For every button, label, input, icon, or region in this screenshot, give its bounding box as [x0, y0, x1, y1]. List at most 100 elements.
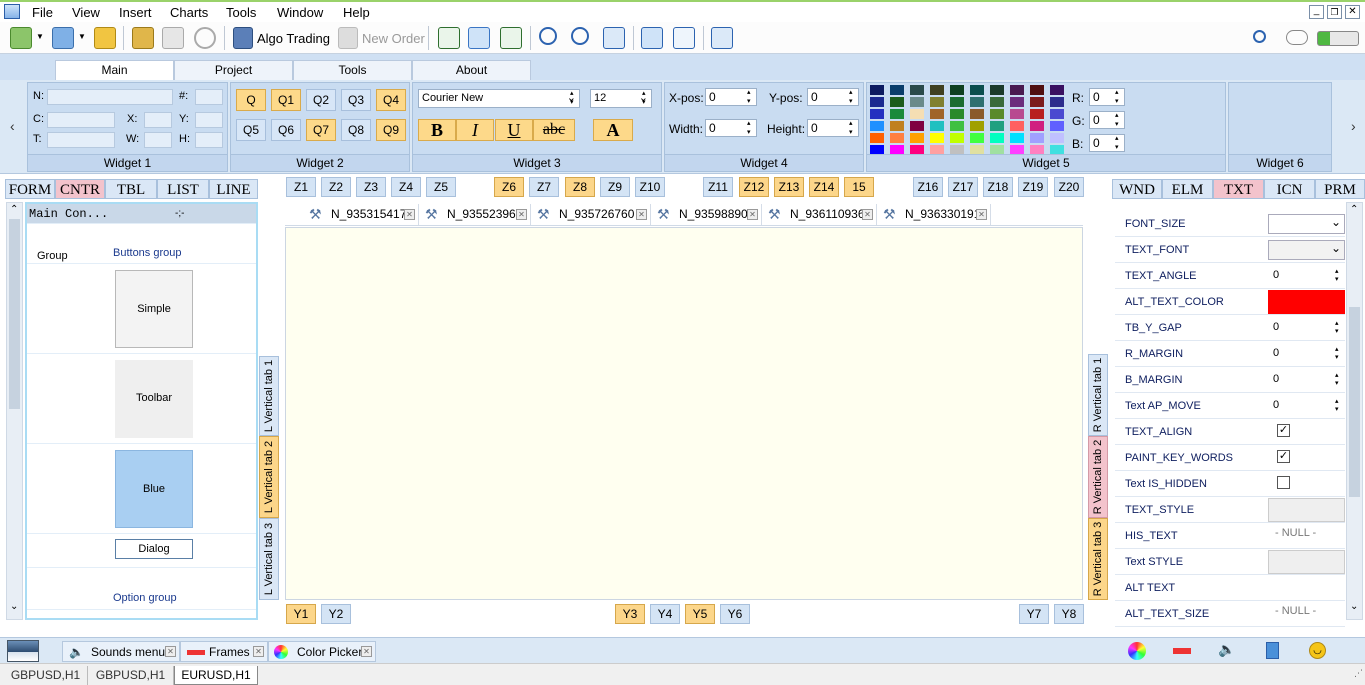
z-button[interactable]: Z7: [529, 177, 559, 197]
font-select[interactable]: Courier New ⌄: [418, 89, 580, 108]
tab-prm[interactable]: PRM: [1315, 179, 1365, 199]
color-swatch[interactable]: [910, 121, 924, 131]
color-swatch[interactable]: [870, 133, 884, 143]
color-swatch[interactable]: [1030, 109, 1044, 119]
color-swatch[interactable]: [930, 133, 944, 143]
z-button[interactable]: Z12: [739, 177, 769, 197]
color-swatch[interactable]: [1010, 133, 1024, 143]
new-order-icon[interactable]: [338, 27, 358, 49]
color-swatch[interactable]: [1050, 121, 1064, 131]
chevron-down-icon[interactable]: ▼: [78, 32, 86, 41]
y-button[interactable]: Y5: [685, 604, 715, 624]
chat-icon[interactable]: [1286, 30, 1308, 45]
tab-line[interactable]: LINE: [209, 179, 258, 199]
color-swatch[interactable]: [990, 133, 1004, 143]
resize-grip-icon[interactable]: ⋰: [1354, 668, 1363, 682]
close-icon[interactable]: ✕: [747, 209, 758, 220]
chart-shift-icon[interactable]: [673, 27, 695, 49]
tab-icn[interactable]: ICN: [1264, 179, 1315, 199]
search-icon[interactable]: [1253, 30, 1266, 43]
style-selector[interactable]: [1268, 498, 1345, 522]
menu-help[interactable]: Help: [343, 5, 370, 20]
color-swatch[interactable]: [950, 133, 964, 143]
scroll-thumb[interactable]: [9, 219, 20, 409]
terminal-icon[interactable]: [162, 27, 184, 49]
y-button[interactable]: Y6: [720, 604, 750, 624]
color-swatch[interactable]: [950, 97, 964, 107]
z-button[interactable]: Z10: [635, 177, 665, 197]
q2-button[interactable]: Q2: [306, 89, 336, 111]
tab-form[interactable]: FORM: [5, 179, 55, 199]
color-swatch[interactable]: [1050, 133, 1064, 143]
q6-button[interactable]: Q6: [271, 119, 301, 141]
color-swatch[interactable]: [930, 97, 944, 107]
z-button[interactable]: Z16: [913, 177, 943, 197]
t-input[interactable]: [47, 132, 115, 148]
property-checkbox[interactable]: ✓: [1277, 450, 1290, 463]
chevron-up-icon[interactable]: ⌃: [1350, 204, 1358, 215]
color-swatch[interactable]: [990, 85, 1004, 95]
z-button[interactable]: Z14: [809, 177, 839, 197]
color-swatch[interactable]: [890, 85, 904, 95]
alt-text-color-swatch[interactable]: [1268, 290, 1345, 314]
ribbon-scroll-left-icon[interactable]: ‹: [10, 118, 15, 134]
color-swatch[interactable]: [870, 121, 884, 131]
color-swatch[interactable]: [910, 109, 924, 119]
window-tab-gbpusd-1[interactable]: GBPUSD,H1: [4, 666, 88, 685]
menu-file[interactable]: File: [32, 5, 53, 20]
color-swatch[interactable]: [1050, 109, 1064, 119]
left-vertical-tab-1[interactable]: L Vertical tab 1: [259, 356, 279, 436]
text-color-button[interactable]: A: [593, 119, 633, 141]
z-button[interactable]: Z8: [565, 177, 595, 197]
left-vertical-tab-3[interactable]: L Vertical tab 3: [259, 518, 279, 600]
color-swatch[interactable]: [970, 133, 984, 143]
property-value[interactable]: 0: [1273, 347, 1279, 359]
width-spinner[interactable]: 0: [705, 119, 757, 137]
smiley-icon[interactable]: ◡: [1309, 642, 1326, 659]
z-button[interactable]: Z19: [1018, 177, 1048, 197]
bar-chart-icon[interactable]: [438, 27, 460, 49]
z-button[interactable]: Z6: [494, 177, 524, 197]
font-size-select[interactable]: 12 ⌄: [590, 89, 652, 108]
tab-list[interactable]: LIST: [157, 179, 209, 199]
sounds-menu-tab[interactable]: 🔈 Sounds menu ✕: [62, 641, 180, 662]
color-swatch[interactable]: [1010, 109, 1024, 119]
color-swatch[interactable]: [930, 85, 944, 95]
color-swatch[interactable]: [1050, 97, 1064, 107]
italic-button[interactable]: I: [456, 119, 494, 141]
left-scrollbar[interactable]: ⌃ ⌄: [6, 202, 23, 620]
property-value[interactable]: 0: [1273, 269, 1279, 281]
right-scrollbar[interactable]: ⌃ ⌄: [1346, 202, 1363, 620]
close-button[interactable]: ✕: [1345, 5, 1360, 19]
xpos-spinner[interactable]: 0: [705, 88, 757, 106]
r-spinner[interactable]: 0: [1089, 88, 1125, 106]
property-checkbox[interactable]: [1277, 476, 1290, 489]
tab-project[interactable]: Project: [174, 60, 293, 80]
property-value[interactable]: - NULL -: [1275, 527, 1316, 539]
chart-canvas[interactable]: [285, 227, 1083, 600]
menu-view[interactable]: View: [72, 5, 100, 20]
tab-wnd[interactable]: WND: [1112, 179, 1162, 199]
color-swatch[interactable]: [890, 133, 904, 143]
q1-button[interactable]: Q1: [271, 89, 301, 111]
ribbon-scroll-right-icon[interactable]: ›: [1351, 118, 1356, 134]
property-value[interactable]: 0: [1273, 373, 1279, 385]
color-swatch[interactable]: [970, 109, 984, 119]
property-checkbox[interactable]: ✓: [1277, 424, 1290, 437]
document-icon[interactable]: [1266, 642, 1279, 659]
z-button[interactable]: Z20: [1054, 177, 1084, 197]
y-button[interactable]: Y2: [321, 604, 351, 624]
ypos-spinner[interactable]: 0: [807, 88, 859, 106]
candlestick-icon[interactable]: [468, 27, 490, 49]
close-icon[interactable]: ✕: [165, 646, 176, 657]
toolbar-button[interactable]: Toolbar: [115, 360, 193, 438]
document-tab[interactable]: ⚒ N_935726760 ✕: [535, 204, 651, 225]
close-icon[interactable]: ✕: [516, 209, 527, 220]
z-button[interactable]: Z11: [703, 177, 733, 197]
close-icon[interactable]: ✕: [404, 209, 415, 220]
navigator-icon[interactable]: [132, 27, 154, 49]
right-vertical-tab-1[interactable]: R Vertical tab 1: [1088, 354, 1108, 436]
profiles-icon[interactable]: [52, 27, 74, 49]
hash-input[interactable]: [195, 89, 223, 105]
color-wheel-icon[interactable]: [1128, 642, 1146, 660]
